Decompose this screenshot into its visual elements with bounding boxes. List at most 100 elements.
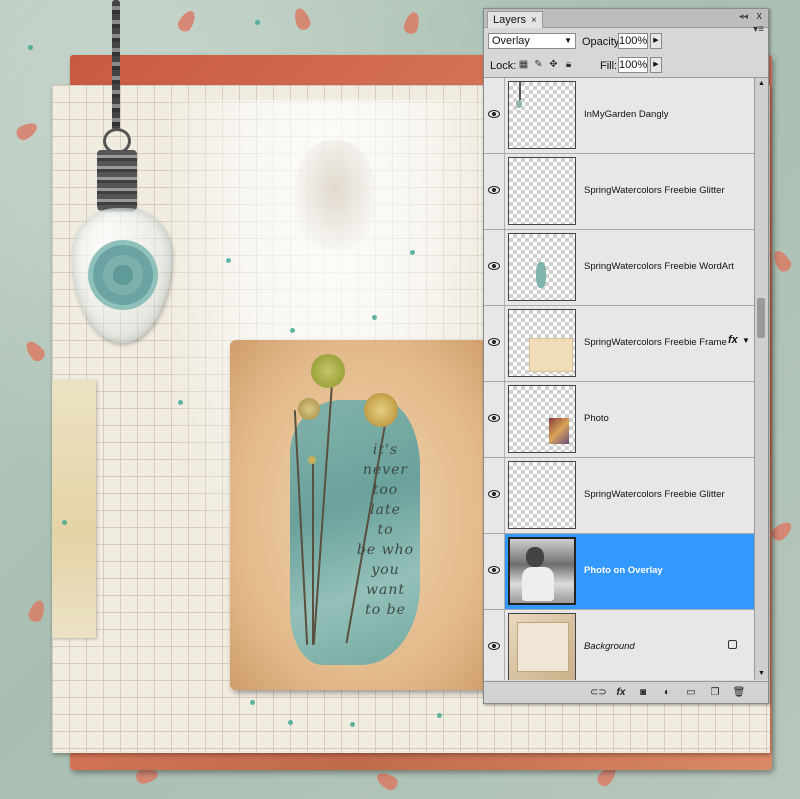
dropdown-arrow-icon: ▼ — [564, 36, 572, 45]
layers-scrollbar[interactable]: ▲ ▼ — [754, 78, 768, 680]
glitter-dot — [255, 20, 260, 25]
lock-label: Lock: — [490, 60, 517, 72]
fill-slider-toggle[interactable]: ▶ — [650, 57, 662, 73]
chain — [112, 0, 120, 130]
eye-icon — [488, 490, 500, 498]
tab-layers[interactable]: Layers × — [487, 11, 543, 28]
glitter-dot — [28, 45, 33, 50]
collapse-panel-icon[interactable]: ◂◂ — [739, 11, 748, 22]
wordart-line: it's — [372, 442, 399, 458]
layer-row[interactable]: SpringWatercolors Freebie WordArt — [484, 230, 754, 306]
layer-row[interactable]: SpringWatercolors Freebie Frame fx ▼ — [484, 306, 754, 382]
leaf-decoration — [402, 10, 422, 36]
layer-row[interactable]: Background — [484, 610, 754, 680]
bulb-socket — [97, 150, 137, 212]
blend-options-row: Overlay ▼ Opacity: 100% ▶ — [484, 29, 768, 53]
eye-icon — [488, 566, 500, 574]
layer-row[interactable]: SpringWatercolors Freebie Glitter — [484, 458, 754, 534]
glitter-dot — [226, 258, 231, 263]
expand-effects-icon[interactable]: ▼ — [742, 336, 750, 345]
layer-row[interactable]: InMyGarden Dangly — [484, 78, 754, 154]
opacity-slider-toggle[interactable]: ▶ — [650, 33, 662, 49]
layer-name: Background — [584, 641, 635, 652]
layer-thumbnail — [508, 233, 576, 301]
opacity-label: Opacity: — [582, 36, 623, 48]
blend-mode-select[interactable]: Overlay ▼ — [488, 33, 576, 49]
layers-panel-footer: ⊂⊃ fx ◙ ◐ ▭ ❐ 🗑︎ — [484, 681, 768, 703]
visibility-toggle[interactable] — [484, 306, 505, 381]
new-layer-icon[interactable]: ❐ — [708, 686, 722, 699]
layer-thumbnail — [508, 157, 576, 225]
flower-bloom — [298, 398, 320, 420]
layer-name: Photo — [584, 413, 609, 424]
overlay-photo-figure — [295, 140, 375, 250]
wordart-line: never — [362, 462, 409, 478]
layer-name: Photo on Overlay — [584, 565, 663, 576]
visibility-toggle[interactable] — [484, 458, 505, 533]
wordart-line: too — [372, 482, 399, 498]
layer-thumbnail — [508, 461, 576, 529]
fx-icon[interactable]: fx — [728, 334, 738, 346]
scroll-thumb[interactable] — [757, 298, 765, 338]
visibility-toggle[interactable] — [484, 382, 505, 457]
blend-mode-value: Overlay — [492, 35, 530, 47]
eye-icon — [488, 338, 500, 346]
layer-row[interactable]: Photo — [484, 382, 754, 458]
lock-position-icon[interactable]: ✥ — [548, 59, 559, 70]
link-icon[interactable]: ⊂⊃ — [590, 686, 607, 699]
wordart-line: late — [370, 502, 401, 518]
flower-bloom — [364, 393, 398, 427]
leaf-decoration — [373, 769, 401, 793]
lock-row: Lock: ▦ ✎ ✥ 🔒︎ Fill: 100% ▶ — [484, 55, 768, 78]
glitter-dot — [250, 700, 255, 705]
fill-label: Fill: — [600, 60, 618, 72]
leaf-decoration — [26, 598, 48, 624]
word-art: it's never too late to be who you want t… — [348, 440, 423, 620]
close-panel-icon[interactable]: x — [757, 10, 763, 22]
visibility-toggle[interactable] — [484, 534, 505, 609]
glitter-dot — [350, 722, 355, 727]
trash-icon[interactable]: 🗑︎ — [732, 686, 746, 699]
fx-icon[interactable]: fx — [614, 686, 628, 699]
flower-bloom — [308, 456, 316, 464]
scroll-down-arrow-icon[interactable]: ▼ — [755, 668, 768, 680]
flower-in-bulb — [88, 240, 158, 310]
folder-icon[interactable]: ▭ — [684, 686, 698, 699]
scroll-up-arrow-icon[interactable]: ▲ — [755, 78, 768, 90]
layer-row[interactable]: SpringWatercolors Freebie Glitter — [484, 154, 754, 230]
layer-name: InMyGarden Dangly — [584, 109, 669, 120]
fill-input[interactable]: 100% — [618, 57, 648, 73]
visibility-toggle[interactable] — [484, 154, 505, 229]
visibility-toggle[interactable] — [484, 78, 505, 153]
leaf-decoration — [22, 338, 48, 364]
flower-stem — [312, 460, 314, 645]
wordart-line: be who — [356, 542, 415, 558]
panel-titlebar: Layers × ◂◂ x — [484, 9, 768, 28]
glitter-dot — [410, 250, 415, 255]
lock-image-pixels-icon[interactable]: ✎ — [533, 59, 544, 70]
wordart-line: you — [371, 562, 400, 578]
mask-icon[interactable]: ◙ — [636, 686, 650, 699]
lock-all-icon[interactable]: 🔒︎ — [563, 59, 574, 70]
layer-thumbnail — [508, 613, 576, 680]
adjustment-icon[interactable]: ◐ — [660, 686, 674, 699]
layer-name: SpringWatercolors Freebie Frame — [584, 337, 727, 348]
wordart-line: to be — [365, 602, 406, 618]
layer-thumbnail — [508, 309, 576, 377]
wordart-line: to — [377, 522, 394, 538]
lock-icon — [728, 640, 737, 649]
eye-icon — [488, 642, 500, 650]
glitter-dot — [437, 713, 442, 718]
visibility-toggle[interactable] — [484, 230, 505, 305]
flower-bloom — [311, 354, 345, 388]
glitter-dot — [178, 400, 183, 405]
opacity-input[interactable]: 100% — [618, 33, 648, 49]
layer-name: SpringWatercolors Freebie Glitter — [584, 185, 725, 196]
glitter-dot — [62, 520, 67, 525]
lock-transparency-icon[interactable]: ▦ — [518, 59, 529, 70]
glitter-dot — [290, 328, 295, 333]
close-tab-icon[interactable]: × — [531, 15, 537, 26]
layer-row-selected[interactable]: Photo on Overlay — [484, 534, 754, 610]
visibility-toggle[interactable] — [484, 610, 505, 680]
leaf-decoration — [770, 247, 794, 275]
